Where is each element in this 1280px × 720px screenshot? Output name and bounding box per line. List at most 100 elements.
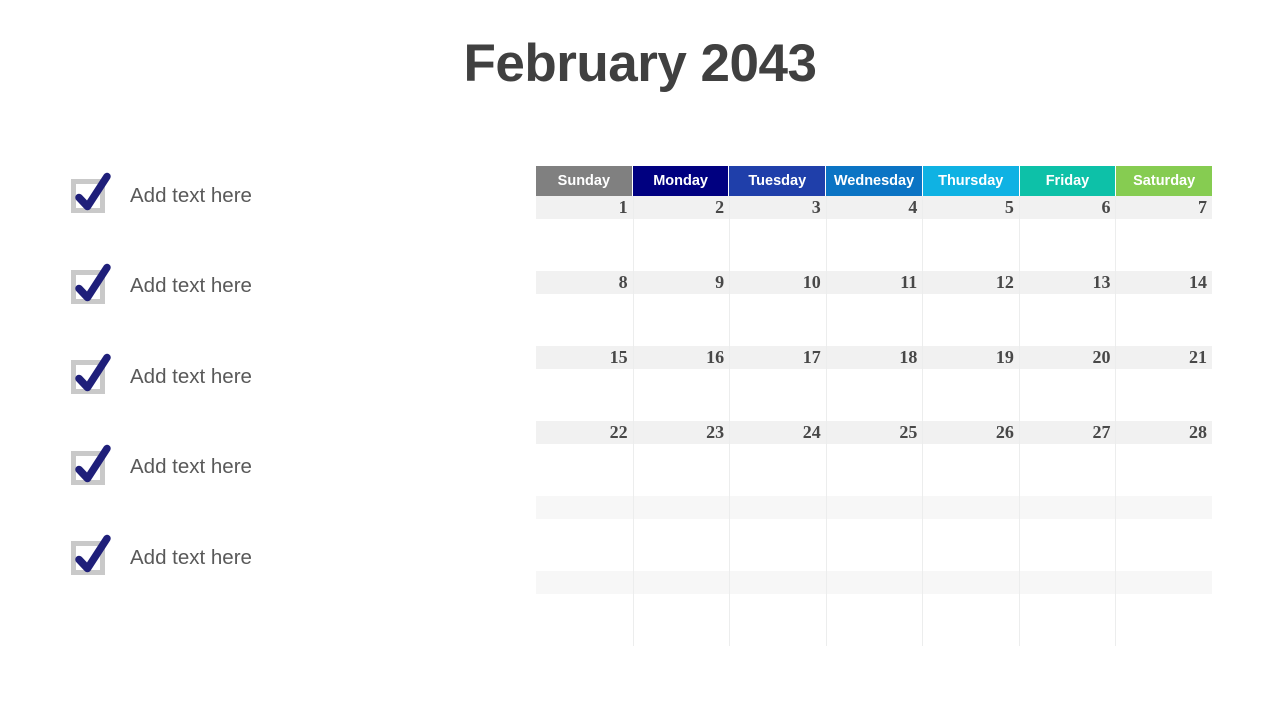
calendar-day-cell[interactable] [1115,369,1212,421]
calendar-day-cell[interactable] [729,444,826,496]
calendar-day-cell[interactable] [825,219,923,271]
date-number[interactable]: 2 [633,196,730,219]
date-number[interactable]: 21 [1115,346,1212,369]
checklist-item[interactable]: Add text here [70,442,490,494]
calendar-day-cell[interactable] [729,369,826,421]
calendar-day-cell[interactable] [1018,594,1116,646]
calendar-day-cell[interactable] [632,444,730,496]
calendar-day-cell[interactable] [922,294,1019,346]
calendar-day-cell[interactable] [536,219,633,271]
calendar-day-cell[interactable] [536,444,633,496]
calendar-day-cell[interactable] [1115,294,1212,346]
weekday-header-monday[interactable]: Monday [632,166,729,196]
date-number[interactable] [633,571,730,594]
date-number[interactable]: 6 [1019,196,1116,219]
date-number[interactable] [922,496,1019,519]
date-number[interactable]: 4 [826,196,923,219]
date-number[interactable]: 26 [922,421,1019,444]
date-number[interactable]: 24 [729,421,826,444]
date-number[interactable] [826,496,923,519]
date-number[interactable]: 10 [729,271,826,294]
calendar-day-cell[interactable] [1115,594,1212,646]
calendar-day-cell[interactable] [632,594,730,646]
calendar-day-cell[interactable] [536,519,633,571]
date-number[interactable] [1115,496,1212,519]
calendar-day-cell[interactable] [825,294,923,346]
calendar-day-cell[interactable] [825,369,923,421]
date-number[interactable] [1019,496,1116,519]
calendar-day-cell[interactable] [825,594,923,646]
calendar-day-cell[interactable] [729,219,826,271]
checkbox[interactable] [70,172,116,219]
date-number[interactable] [826,571,923,594]
date-number[interactable]: 8 [536,271,633,294]
date-number[interactable] [536,571,633,594]
date-number[interactable]: 17 [729,346,826,369]
calendar-day-cell[interactable] [825,444,923,496]
date-number[interactable]: 16 [633,346,730,369]
checkbox[interactable] [70,444,116,491]
date-number[interactable]: 9 [633,271,730,294]
date-number[interactable] [633,496,730,519]
date-number[interactable]: 22 [536,421,633,444]
date-number[interactable]: 11 [826,271,923,294]
calendar-day-cell[interactable] [632,219,730,271]
weekday-header-saturday[interactable]: Saturday [1116,166,1213,196]
calendar-day-cell[interactable] [922,369,1019,421]
date-number[interactable]: 14 [1115,271,1212,294]
checklist-item[interactable]: Add text here [70,170,490,222]
date-number[interactable]: 25 [826,421,923,444]
calendar-day-cell[interactable] [1018,369,1116,421]
date-number[interactable] [922,571,1019,594]
calendar-day-cell[interactable] [632,519,730,571]
checklist-item[interactable]: Add text here [70,532,490,584]
date-number[interactable]: 13 [1019,271,1116,294]
weekday-header-tuesday[interactable]: Tuesday [729,166,826,196]
weekday-header-wednesday[interactable]: Wednesday [826,166,922,196]
calendar-day-cell[interactable] [1018,519,1116,571]
calendar-day-cell[interactable] [922,519,1019,571]
calendar-day-cell[interactable] [1115,219,1212,271]
date-number[interactable]: 28 [1115,421,1212,444]
date-number[interactable]: 19 [922,346,1019,369]
date-number[interactable]: 1 [536,196,633,219]
date-number[interactable] [1115,571,1212,594]
calendar-day-cell[interactable] [1115,444,1212,496]
calendar-day-cell[interactable] [536,594,633,646]
calendar-day-cell[interactable] [922,219,1019,271]
checkbox[interactable] [70,353,116,400]
date-number[interactable]: 15 [536,346,633,369]
checkbox[interactable] [70,263,116,310]
date-number[interactable] [729,571,826,594]
date-number[interactable]: 27 [1019,421,1116,444]
calendar-day-cell[interactable] [536,369,633,421]
calendar-day-cell[interactable] [825,519,923,571]
weekday-header-thursday[interactable]: Thursday [922,166,1019,196]
date-number[interactable] [1019,571,1116,594]
date-number[interactable]: 3 [729,196,826,219]
checkbox[interactable] [70,534,116,581]
calendar-day-cell[interactable] [922,444,1019,496]
calendar-day-cell[interactable] [536,294,633,346]
checklist-item[interactable]: Add text here [70,261,490,313]
weekday-header-friday[interactable]: Friday [1019,166,1116,196]
calendar-day-cell[interactable] [1018,219,1116,271]
calendar-day-cell[interactable] [922,594,1019,646]
calendar-day-cell[interactable] [1115,519,1212,571]
calendar-day-cell[interactable] [729,594,826,646]
calendar-day-cell[interactable] [1018,444,1116,496]
checklist-item[interactable]: Add text here [70,351,490,403]
date-number[interactable]: 18 [826,346,923,369]
date-number[interactable] [536,496,633,519]
calendar-day-cell[interactable] [729,294,826,346]
date-number[interactable]: 12 [922,271,1019,294]
date-number[interactable] [729,496,826,519]
date-number[interactable]: 7 [1115,196,1212,219]
weekday-header-sunday[interactable]: Sunday [536,166,632,196]
calendar-day-cell[interactable] [1018,294,1116,346]
calendar-day-cell[interactable] [729,519,826,571]
calendar-day-cell[interactable] [632,369,730,421]
date-number[interactable]: 5 [922,196,1019,219]
date-number[interactable]: 20 [1019,346,1116,369]
date-number[interactable]: 23 [633,421,730,444]
